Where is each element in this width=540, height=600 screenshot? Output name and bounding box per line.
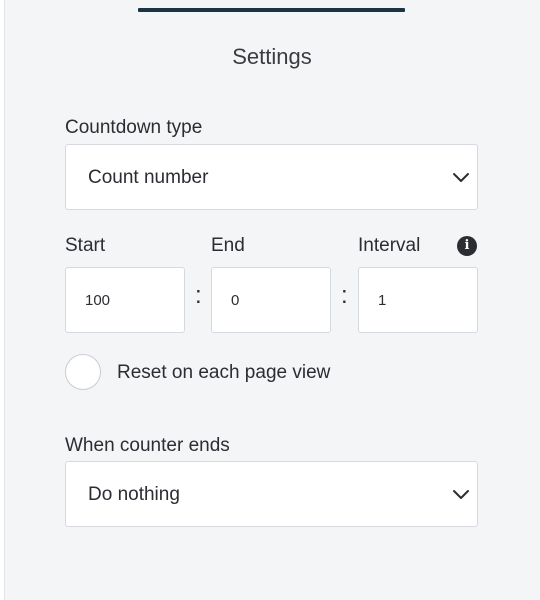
start-field [65,267,185,333]
chevron-down-icon [453,490,469,499]
interval-label: Interval [358,235,421,256]
reset-label: Reset on each page view [117,362,331,383]
reset-radio[interactable] [65,354,101,390]
countdown-type-label: Countdown type [65,117,203,138]
countdown-type-value: Count number [88,167,209,188]
end-input[interactable] [212,268,330,332]
start-input[interactable] [66,268,184,332]
interval-field [358,267,478,333]
active-tab-indicator [138,8,405,12]
when-ends-select[interactable]: Do nothing [65,461,478,527]
end-field [211,267,331,333]
info-icon[interactable]: i [457,236,477,256]
separator: : [195,282,202,309]
separator: : [341,282,348,309]
panel-title: Settings [232,44,312,69]
start-label: Start [65,235,106,256]
end-label: End [211,235,245,256]
chevron-down-icon [453,173,469,182]
interval-input[interactable] [359,268,477,332]
countdown-type-select[interactable]: Count number [65,144,478,210]
when-ends-label: When counter ends [65,435,230,456]
when-ends-value: Do nothing [88,484,180,505]
